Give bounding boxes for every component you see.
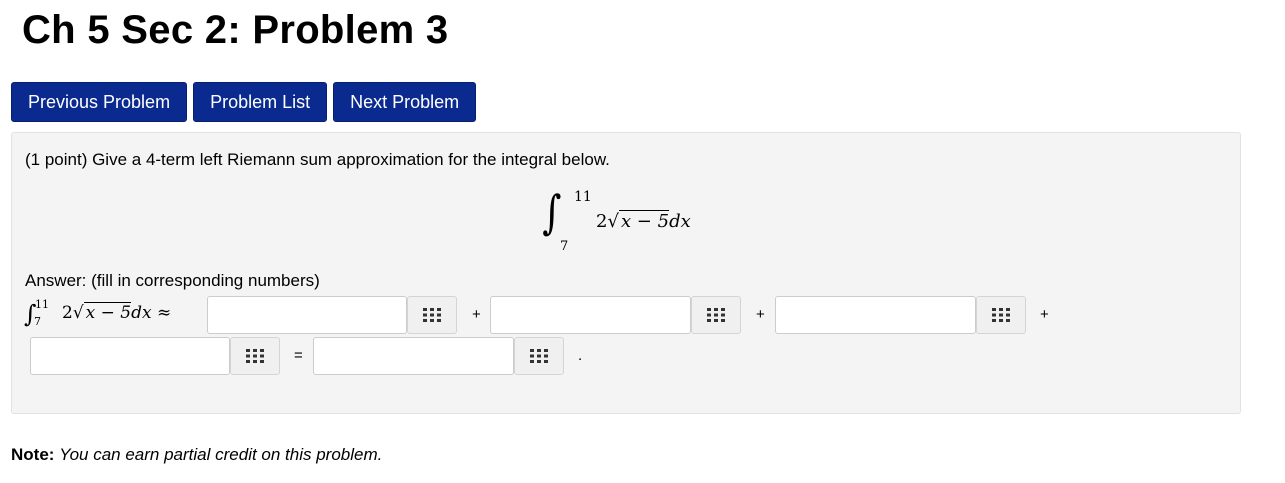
inline-sqrt-symbol: √ — [72, 303, 84, 323]
inline-coefficient: 2 — [62, 303, 73, 323]
math-keyboard-button-2[interactable] — [691, 296, 741, 334]
next-problem-button[interactable]: Next Problem — [333, 82, 477, 122]
keyboard-grid-icon — [530, 349, 548, 363]
answer-input-1[interactable] — [207, 296, 407, 334]
keyboard-grid-icon — [992, 308, 1010, 322]
integral-sign: ∫ — [542, 185, 562, 239]
math-keyboard-button-5[interactable] — [514, 337, 564, 375]
inline-differential: dx — [131, 303, 152, 323]
period-mark: . — [578, 347, 583, 364]
equals-operator: = — [294, 347, 303, 364]
integrand: 2√ x − 5dx — [596, 210, 691, 232]
integral-upper-limit: 11 — [574, 189, 592, 205]
answer-input-2[interactable] — [490, 296, 691, 334]
display-integral: ∫ 11 7 2√ x − 5dx — [540, 185, 740, 255]
partial-credit-note: Note: You can earn partial credit on thi… — [11, 445, 382, 465]
integrand-radicand: x − 5 — [618, 210, 670, 232]
approx-symbol: ≈ — [157, 303, 172, 323]
integrand-differential: dx — [669, 211, 691, 232]
problem-statement: (1 point) Give a 4-term left Riemann sum… — [25, 150, 610, 169]
keyboard-grid-icon — [423, 308, 441, 322]
sqrt-symbol: √ — [607, 211, 619, 232]
problem-panel: (1 point) Give a 4-term left Riemann sum… — [11, 132, 1241, 414]
plus-operator-1: + — [472, 306, 481, 323]
math-keyboard-button-3[interactable] — [976, 296, 1026, 334]
answer-input-5[interactable] — [313, 337, 514, 375]
plus-operator-2: + — [756, 306, 765, 323]
inline-integrand: 2√ x − 5dx ≈ — [62, 302, 172, 323]
plus-operator-3: + — [1040, 306, 1049, 323]
answer-label: Answer: (fill in corresponding numbers) — [25, 271, 320, 290]
answer-input-3[interactable] — [775, 296, 976, 334]
inline-integral: ∫ 11 7 2√ x − 5dx ≈ — [24, 298, 209, 330]
answer-input-4[interactable] — [30, 337, 230, 375]
previous-problem-button[interactable]: Previous Problem — [11, 82, 188, 122]
keyboard-grid-icon — [246, 349, 264, 363]
note-text: You can earn partial credit on this prob… — [59, 445, 383, 464]
inline-integral-lower: 7 — [34, 315, 41, 328]
problem-nav: Previous Problem Problem List Next Probl… — [11, 82, 477, 122]
inline-integral-upper: 11 — [35, 298, 49, 311]
inline-radicand: x − 5 — [83, 302, 132, 323]
keyboard-grid-icon — [707, 308, 725, 322]
page-title: Ch 5 Sec 2: Problem 3 — [22, 8, 449, 52]
integral-lower-limit: 7 — [560, 239, 569, 254]
note-label: Note: — [11, 445, 55, 464]
integrand-coefficient: 2 — [596, 211, 608, 232]
math-keyboard-button-1[interactable] — [407, 296, 457, 334]
math-keyboard-button-4[interactable] — [230, 337, 280, 375]
problem-list-button[interactable]: Problem List — [193, 82, 328, 122]
